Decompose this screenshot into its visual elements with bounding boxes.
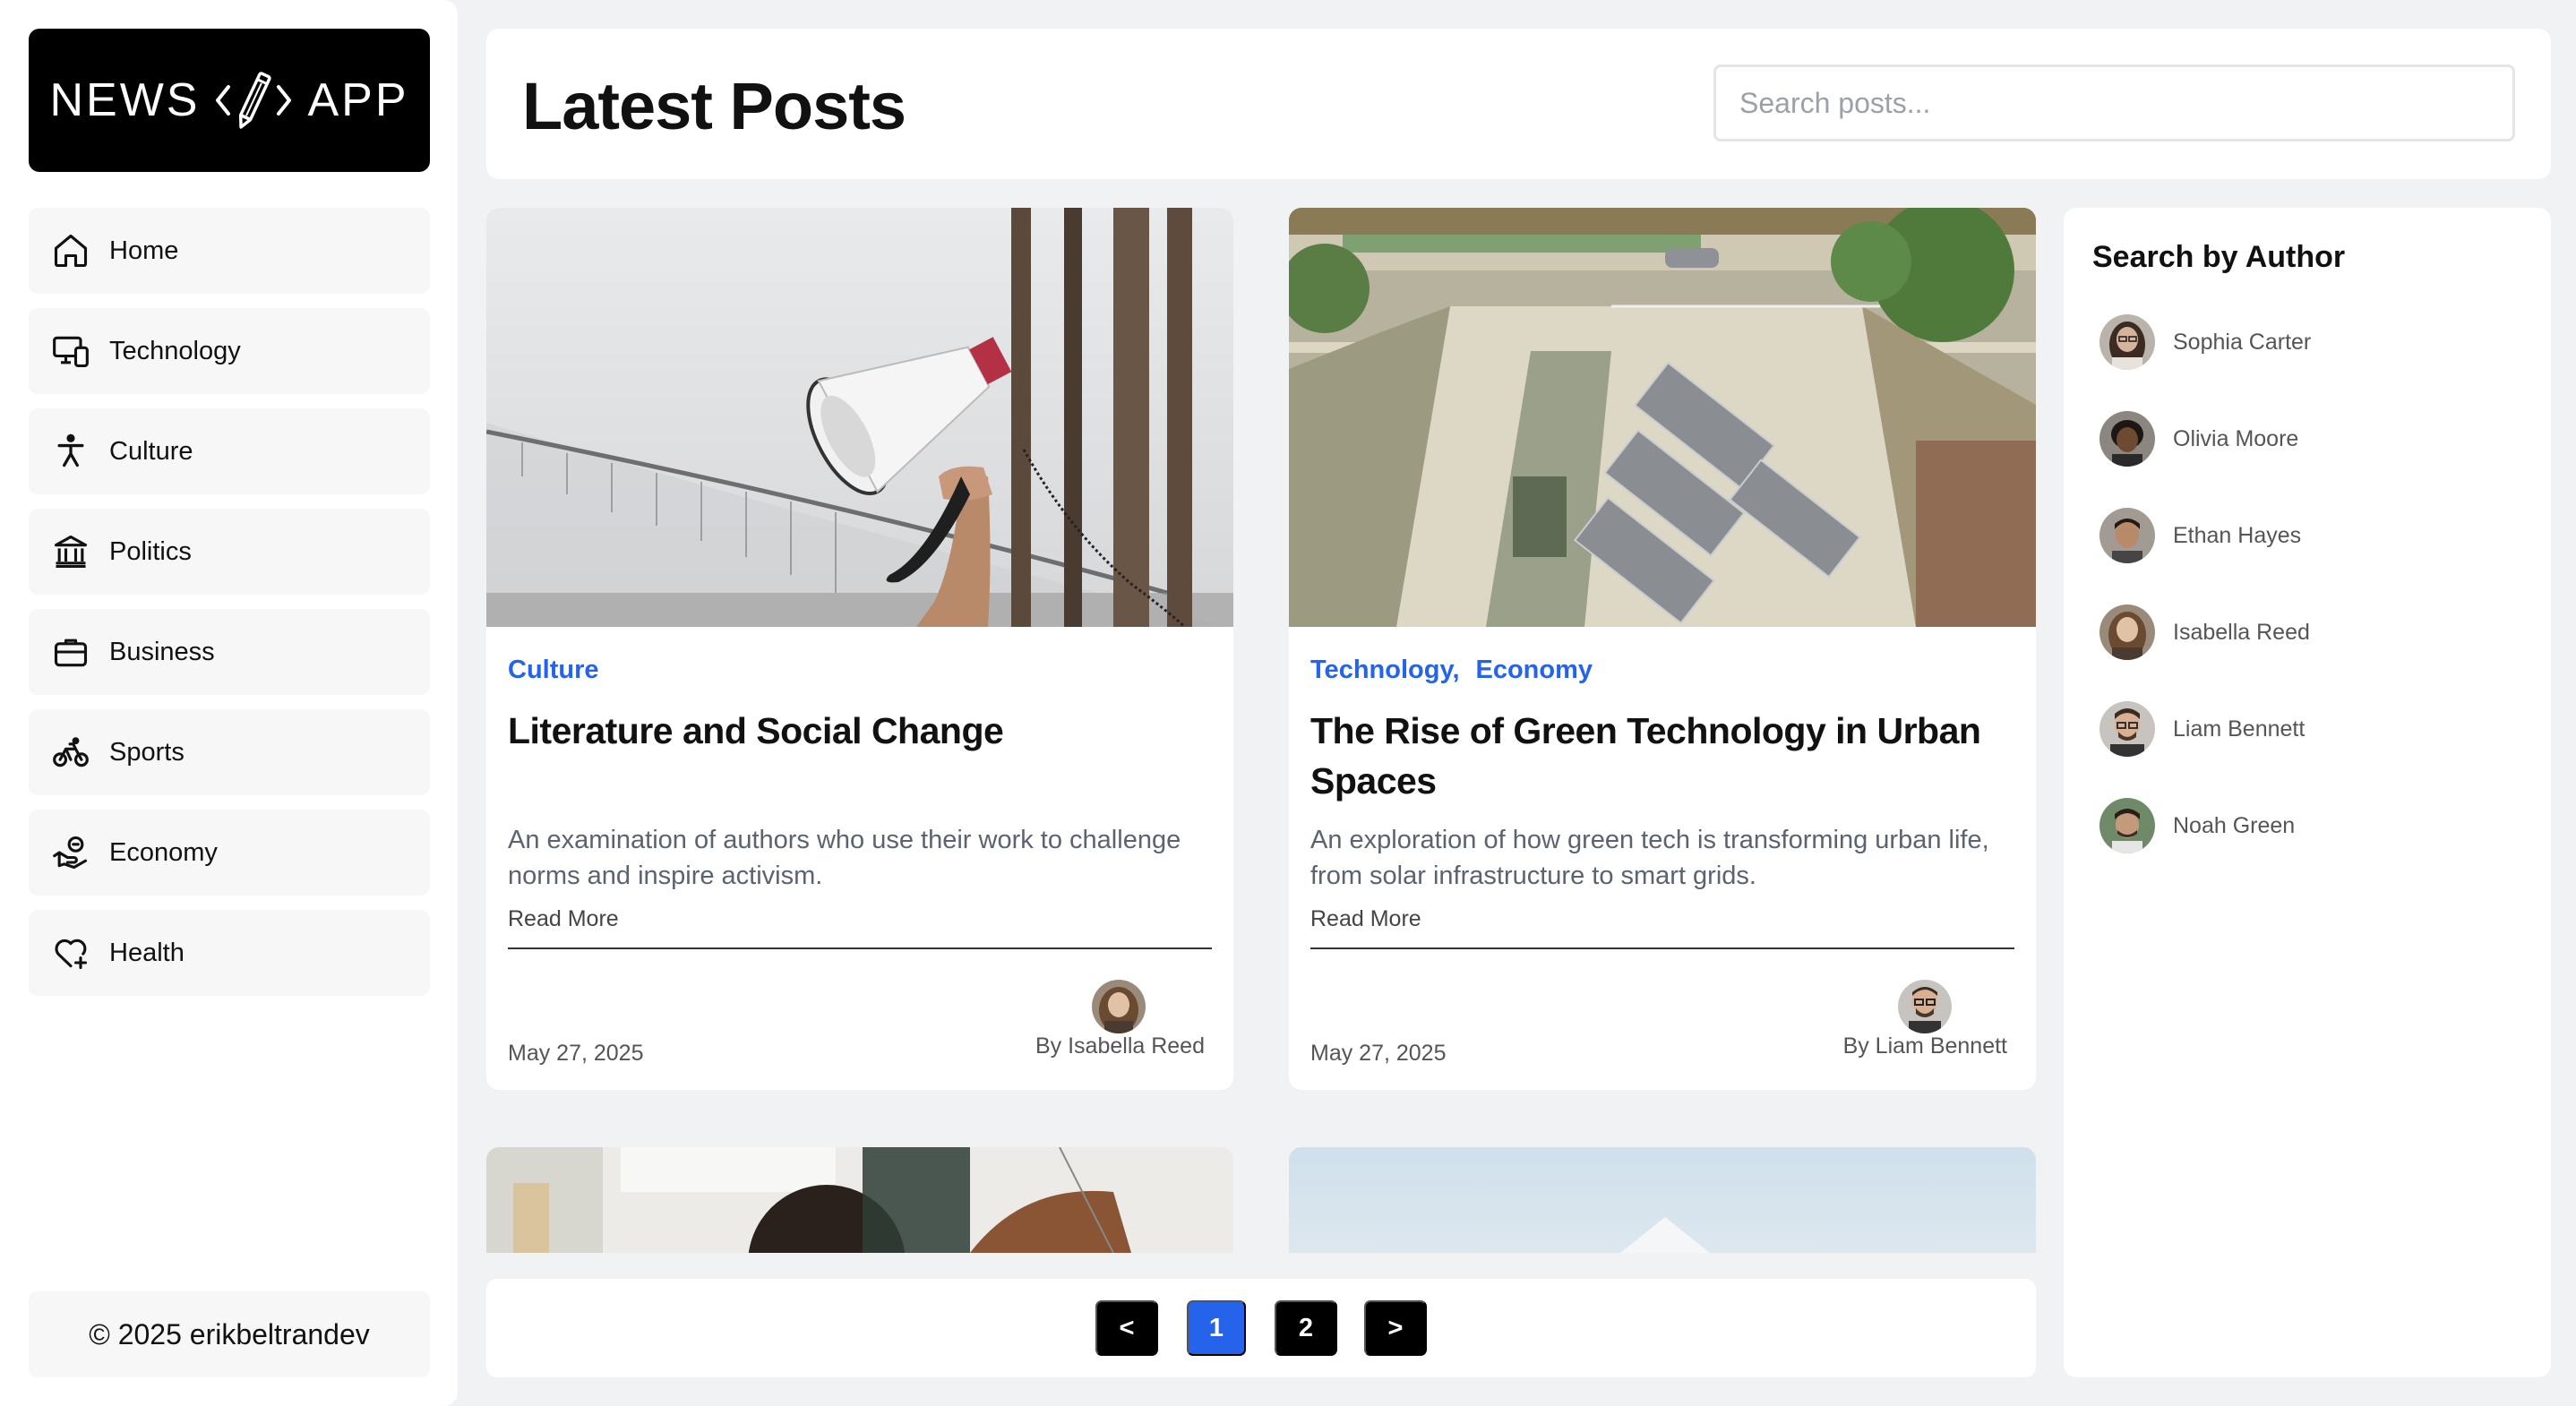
sidebar-item-label: Business xyxy=(109,637,215,666)
read-more-link[interactable]: Read More xyxy=(1310,906,1421,932)
author-name: Noah Green xyxy=(2173,812,2296,838)
author-item[interactable]: Isabella Reed xyxy=(2099,604,2310,661)
sidebar: NEWS APP Home Technology Culture Politic… xyxy=(0,0,458,1406)
sidebar-item-politics[interactable]: Politics xyxy=(29,509,430,595)
avatar xyxy=(2099,411,2155,467)
post-title[interactable]: Literature and Social Change xyxy=(508,706,1215,756)
read-more-link[interactable]: Read More xyxy=(508,906,619,932)
post-author[interactable]: By Isabella Reed xyxy=(1035,1033,1205,1059)
avatar xyxy=(2099,604,2155,660)
sidebar-item-economy[interactable]: Economy xyxy=(29,810,430,896)
sidebar-item-label: Home xyxy=(109,236,179,265)
post-image-rooftop[interactable] xyxy=(1289,208,2036,627)
building-columns-icon xyxy=(50,531,91,572)
panel-title: Search by Author xyxy=(2092,240,2346,274)
author-name: Olivia Moore xyxy=(2173,425,2299,451)
avatar xyxy=(1092,980,1146,1033)
post-image-partial[interactable] xyxy=(1289,1147,2036,1253)
post-author[interactable]: By Liam Bennett xyxy=(1843,1033,2007,1059)
sidebar-item-label: Culture xyxy=(109,436,193,466)
category-link[interactable]: Economy xyxy=(1476,656,1593,684)
author-name: Isabella Reed xyxy=(2173,619,2310,645)
author-item[interactable]: Olivia Moore xyxy=(2099,410,2298,467)
home-icon xyxy=(50,230,91,271)
category-separator: , xyxy=(1452,656,1460,684)
sidebar-item-label: Health xyxy=(109,938,185,967)
sidebar-item-label: Economy xyxy=(109,837,218,867)
post-description: An exploration of how green tech is tran… xyxy=(1310,826,1989,890)
app-logo[interactable]: NEWS APP xyxy=(29,29,430,172)
sidebar-footer: © 2025 erikbeltrandev xyxy=(29,1291,430,1377)
avatar xyxy=(2099,798,2155,853)
page-header: Latest Posts xyxy=(486,29,2551,179)
bicycle-icon xyxy=(50,732,91,773)
sidebar-item-sports[interactable]: Sports xyxy=(29,709,430,795)
author-name: Liam Bennett xyxy=(2173,716,2306,742)
author-filter-panel: Search by Author Sophia Carter Olivia Mo… xyxy=(2064,208,2551,1377)
post-image-megaphone[interactable] xyxy=(486,208,1233,629)
sidebar-item-label: Politics xyxy=(109,536,192,566)
post-date: May 27, 2025 xyxy=(1310,1041,1447,1066)
author-item[interactable]: Liam Bennett xyxy=(2099,700,2305,758)
page-button-2[interactable]: 2 xyxy=(1275,1300,1337,1356)
sidebar-item-technology[interactable]: Technology xyxy=(29,308,430,394)
post-card[interactable]: Technology, Economy The Rise of Green Tec… xyxy=(1289,208,2036,1090)
sidebar-nav: Home Technology Culture Politics Busines… xyxy=(29,208,430,1010)
coin-hand-icon xyxy=(50,832,91,873)
author-item[interactable]: Sophia Carter xyxy=(2099,313,2311,371)
page-title: Latest Posts xyxy=(522,69,906,143)
post-card[interactable]: Culture Literature and Social Change An … xyxy=(486,208,1233,1090)
next-page-button[interactable]: > xyxy=(1364,1300,1427,1356)
prev-page-button[interactable]: < xyxy=(1095,1300,1158,1356)
sidebar-item-business[interactable]: Business xyxy=(29,609,430,695)
avatar xyxy=(2099,314,2155,370)
category-link[interactable]: Technology xyxy=(1310,656,1452,684)
person-icon xyxy=(50,431,91,472)
page-button-1[interactable]: 1 xyxy=(1187,1300,1246,1356)
heart-plus-icon xyxy=(50,932,91,973)
avatar xyxy=(2099,508,2155,563)
devices-icon xyxy=(50,330,91,372)
post-description: An examination of authors who use their … xyxy=(508,826,1181,890)
sidebar-item-label: Sports xyxy=(109,737,185,767)
sidebar-item-culture[interactable]: Culture xyxy=(29,408,430,494)
sidebar-item-home[interactable]: Home xyxy=(29,208,430,294)
post-title[interactable]: The Rise of Green Technology in Urban Sp… xyxy=(1310,706,2018,806)
post-categories: Technology, Economy xyxy=(1310,656,1593,685)
avatar xyxy=(1898,980,1952,1033)
author-name: Ethan Hayes xyxy=(2173,522,2302,548)
divider xyxy=(1310,947,2014,949)
author-item[interactable]: Noah Green xyxy=(2099,797,2295,854)
logo-text-app: APP xyxy=(307,74,409,126)
sidebar-item-health[interactable]: Health xyxy=(29,910,430,996)
post-image-partial[interactable] xyxy=(486,1147,1233,1253)
briefcase-icon xyxy=(50,631,91,673)
search-input[interactable] xyxy=(1713,64,2515,141)
code-pencil-icon xyxy=(212,69,295,132)
category-link[interactable]: Culture xyxy=(508,656,599,684)
author-item[interactable]: Ethan Hayes xyxy=(2099,507,2301,564)
sidebar-item-label: Technology xyxy=(109,336,241,365)
post-categories: Culture xyxy=(508,656,599,685)
pagination: < 1 2 > xyxy=(486,1279,2036,1377)
divider xyxy=(508,947,1212,949)
post-date: May 27, 2025 xyxy=(508,1041,644,1066)
avatar xyxy=(2099,701,2155,757)
logo-text-news: NEWS xyxy=(49,74,201,126)
author-name: Sophia Carter xyxy=(2173,329,2312,355)
